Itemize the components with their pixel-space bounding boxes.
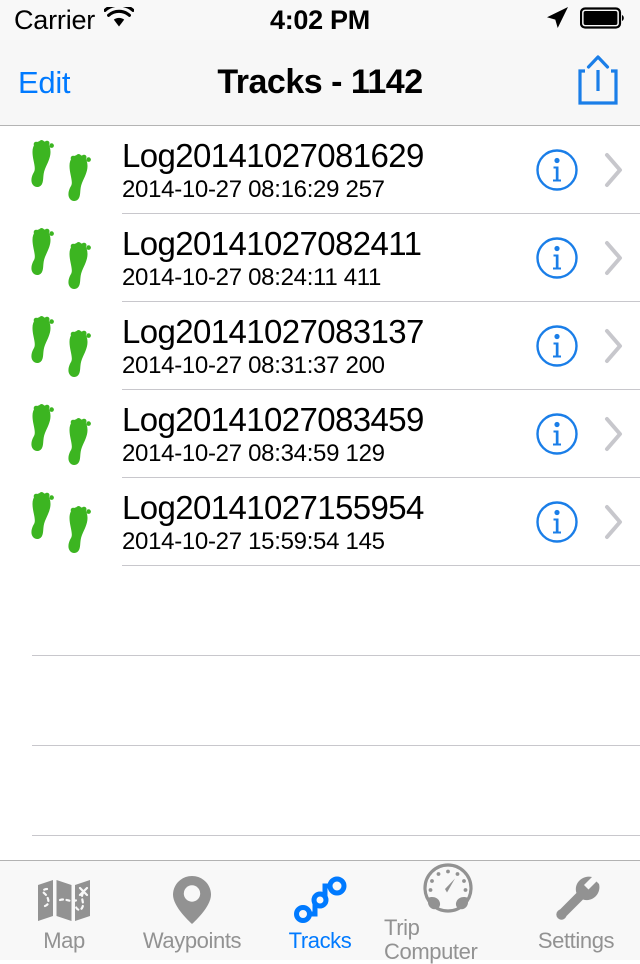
tab-label: Waypoints xyxy=(142,927,242,953)
track-subtitle: 2014-10-27 15:59:54 145 xyxy=(122,527,385,555)
tab-waypoints[interactable]: Waypoints xyxy=(128,861,256,960)
location-arrow-icon xyxy=(544,5,570,36)
footprints-icon xyxy=(0,139,122,201)
footprints-icon xyxy=(0,227,122,289)
track-nodes-icon xyxy=(293,873,347,927)
track-row-text: Log20141027083137 2014-10-27 08:31:37 200 xyxy=(122,313,526,380)
info-circle-icon[interactable] xyxy=(526,236,588,280)
tab-map[interactable]: Map xyxy=(0,861,128,960)
status-bar: Carrier 4:02 PM xyxy=(0,0,640,40)
track-title: Log20141027083137 xyxy=(122,312,424,350)
track-title: Log20141027155954 xyxy=(122,488,424,526)
track-row-text: Log20141027082411 2014-10-27 08:24:11 411 xyxy=(122,225,526,292)
chevron-right-icon[interactable] xyxy=(588,150,640,190)
tracks-list: Log20141027081629 2014-10-27 08:16:29 257… xyxy=(0,126,640,836)
status-bar-right xyxy=(544,5,626,36)
tracks-list-rows: Log20141027081629 2014-10-27 08:16:29 257… xyxy=(0,126,640,566)
footprints-icon xyxy=(0,491,122,553)
battery-full-icon xyxy=(579,6,626,35)
footprints-icon xyxy=(0,315,122,377)
table-row[interactable]: Log20141027083459 2014-10-27 08:34:59 129 xyxy=(0,390,640,478)
track-subtitle: 2014-10-27 08:16:29 257 xyxy=(122,175,385,203)
map-pin-icon xyxy=(170,873,214,927)
page-title: Tracks - 1142 xyxy=(217,63,423,101)
track-subtitle: 2014-10-27 08:31:37 200 xyxy=(122,351,385,379)
info-circle-icon[interactable] xyxy=(526,148,588,192)
tab-label: Map xyxy=(43,927,85,953)
info-circle-icon[interactable] xyxy=(526,500,588,544)
navigation-bar: Edit Tracks - 1142 xyxy=(0,40,640,126)
empty-table-row xyxy=(0,746,640,836)
chevron-right-icon[interactable] xyxy=(588,414,640,454)
tab-bar-items: Map Waypoints Tracks Trip Computer Settings xyxy=(0,861,640,963)
carrier-label: Carrier xyxy=(14,4,96,35)
track-subtitle: 2014-10-27 08:24:11 411 xyxy=(122,263,382,291)
footprints-icon xyxy=(0,403,122,465)
wrench-icon xyxy=(551,873,601,927)
table-row[interactable]: Log20141027081629 2014-10-27 08:16:29 257 xyxy=(0,126,640,214)
chevron-right-icon[interactable] xyxy=(588,238,640,278)
info-circle-icon[interactable] xyxy=(526,324,588,368)
tracks-list-empty-rows xyxy=(0,566,640,836)
track-title: Log20141027081629 xyxy=(122,136,424,174)
chevron-right-icon[interactable] xyxy=(588,326,640,366)
status-bar-left: Carrier xyxy=(14,3,135,36)
wifi-icon xyxy=(103,3,135,34)
tab-tracks[interactable]: Tracks xyxy=(256,861,384,960)
track-title: Log20141027082411 xyxy=(122,224,422,262)
track-row-text: Log20141027081629 2014-10-27 08:16:29 257 xyxy=(122,137,526,204)
chevron-right-icon[interactable] xyxy=(588,502,640,542)
tab-bar: Map Waypoints Tracks Trip Computer Settings xyxy=(0,860,640,963)
tab-label: Tracks xyxy=(288,927,352,953)
tab-label: Trip Computer xyxy=(384,914,478,964)
empty-table-row xyxy=(0,656,640,746)
info-circle-icon[interactable] xyxy=(526,412,588,456)
track-row-text: Log20141027155954 2014-10-27 15:59:54 145 xyxy=(122,489,526,556)
edit-button[interactable]: Edit xyxy=(18,65,71,101)
gauge-icon xyxy=(422,862,474,914)
tab-label: Settings xyxy=(537,927,615,953)
empty-table-row xyxy=(0,566,640,656)
track-subtitle: 2014-10-27 08:34:59 129 xyxy=(122,439,385,467)
table-row[interactable]: Log20141027083137 2014-10-27 08:31:37 200 xyxy=(0,302,640,390)
table-row[interactable]: Log20141027155954 2014-10-27 15:59:54 145 xyxy=(0,478,640,566)
table-row[interactable]: Log20141027082411 2014-10-27 08:24:11 411 xyxy=(0,214,640,302)
map-icon xyxy=(36,873,92,927)
track-row-text: Log20141027083459 2014-10-27 08:34:59 129 xyxy=(122,401,526,468)
share-icon xyxy=(577,54,619,111)
tab-settings[interactable]: Settings xyxy=(512,861,640,960)
tab-trip-computer[interactable]: Trip Computer xyxy=(384,861,512,963)
share-button[interactable] xyxy=(574,55,622,111)
track-title: Log20141027083459 xyxy=(122,400,424,438)
